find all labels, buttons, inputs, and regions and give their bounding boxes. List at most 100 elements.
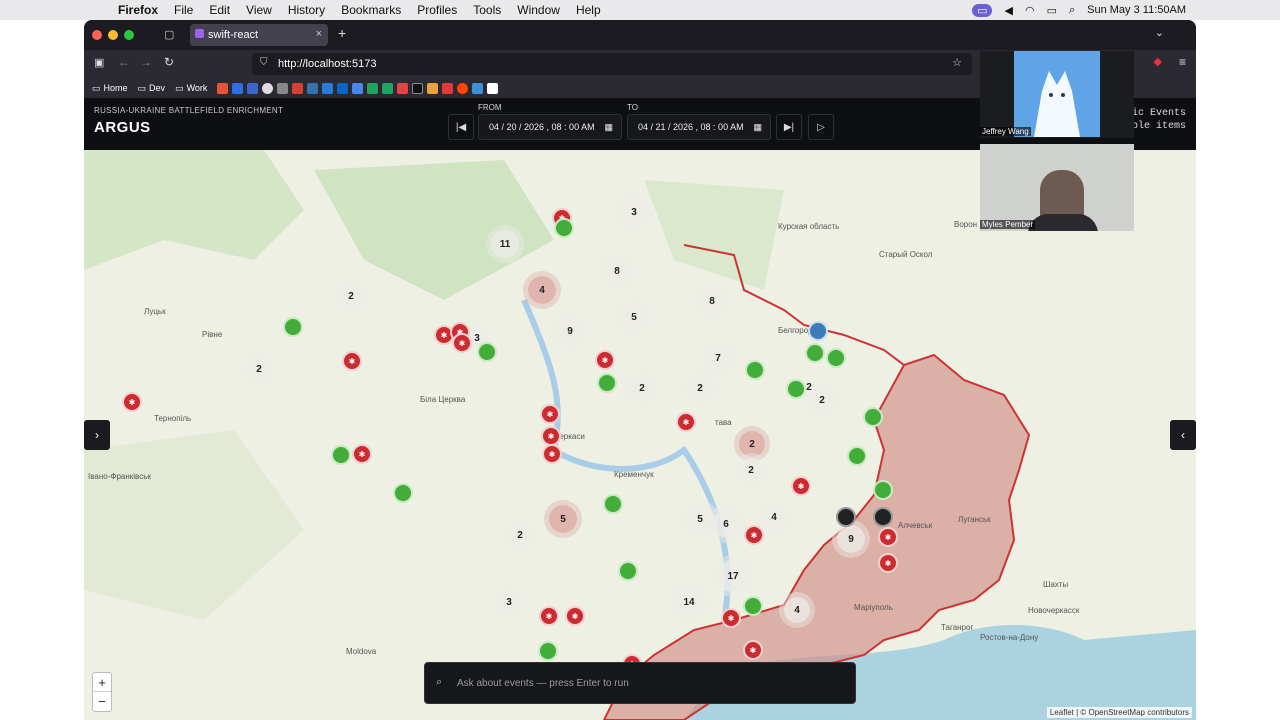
bookmark-home[interactable]: ▭ Home (92, 83, 128, 94)
event-marker-green[interactable] (618, 561, 638, 581)
menu-history[interactable]: History (288, 3, 325, 17)
close-window-button[interactable] (92, 30, 102, 40)
drone-event-marker[interactable] (808, 321, 828, 341)
attack-event-marker[interactable]: ✱ (878, 553, 898, 573)
event-cluster[interactable]: 14 (673, 586, 705, 618)
attack-event-marker[interactable]: ✱ (565, 606, 585, 626)
zoom-in-button[interactable]: + (93, 673, 111, 692)
bookmark-icon[interactable] (397, 82, 409, 94)
event-marker-green[interactable] (477, 342, 497, 362)
attack-event-marker[interactable]: ✱ (595, 350, 615, 370)
event-cluster[interactable]: 8 (603, 257, 631, 285)
bookmark-icon[interactable] (322, 82, 334, 94)
bookmark-icon[interactable] (217, 82, 229, 94)
event-cluster[interactable]: 7 (704, 344, 732, 372)
event-cluster[interactable]: 2 (809, 387, 835, 413)
attack-event-marker[interactable]: ✱ (342, 351, 362, 371)
attack-event-marker[interactable]: ✱ (743, 640, 763, 660)
event-marker-green[interactable] (873, 480, 893, 500)
menu-window[interactable]: Window (517, 3, 560, 17)
forward-arrow-icon[interactable]: → (140, 55, 152, 69)
event-cluster[interactable]: 2 (687, 375, 713, 401)
event-marker-green[interactable] (538, 641, 558, 661)
maximize-window-button[interactable] (124, 30, 134, 40)
menubar-datetime[interactable]: Sun May 3 11:50AM (1087, 4, 1186, 16)
event-cluster[interactable]: 5 (686, 505, 714, 533)
video-tile-participant-1[interactable]: Jeffrey Wang (980, 51, 1134, 138)
right-panel-toggle-button[interactable]: ‹ (1170, 420, 1196, 450)
event-marker-green[interactable] (597, 373, 617, 393)
back-icon[interactable]: ◀ (1004, 4, 1012, 17)
menu-tools[interactable]: Tools (473, 3, 501, 17)
attack-event-marker[interactable]: ✱ (539, 606, 559, 626)
from-datetime-input[interactable]: 04 / 20 / 2026 , 08 : 00 AM ▦ (478, 114, 622, 140)
event-marker-green[interactable] (283, 317, 303, 337)
event-cluster[interactable]: 2 (739, 458, 763, 482)
attack-event-marker[interactable]: ✱ (878, 527, 898, 547)
attack-event-marker[interactable]: ✱ (676, 412, 696, 432)
event-marker-green[interactable] (331, 445, 351, 465)
sidebar-icon[interactable]: ▢ (164, 28, 174, 41)
shield-icon[interactable]: ⛉ (260, 57, 268, 68)
event-marker-green[interactable] (743, 596, 763, 616)
event-cluster[interactable]: 2 (247, 357, 271, 381)
menu-bookmarks[interactable]: Bookmarks (341, 3, 401, 17)
gmail-icon[interactable] (292, 82, 304, 94)
map-attribution[interactable]: Leaflet | © OpenStreetMap contributors (1046, 707, 1192, 718)
menu-view[interactable]: View (246, 3, 272, 17)
bookmark-icon[interactable] (247, 82, 259, 94)
hamburger-menu-icon[interactable]: ≡ (1179, 55, 1186, 69)
attack-event-marker[interactable]: ✱ (540, 404, 560, 424)
event-cluster[interactable]: 4 (784, 597, 810, 623)
attack-event-marker[interactable]: ✱ (352, 444, 372, 464)
attack-event-marker[interactable]: ✱ (744, 525, 764, 545)
left-panel-toggle-button[interactable]: › (84, 420, 110, 450)
event-marker-dark[interactable] (836, 507, 856, 527)
sheets-icon[interactable] (367, 82, 379, 94)
screen-share-icon[interactable]: ▭ (972, 3, 993, 17)
extension-icon[interactable]: ◆ (1154, 55, 1162, 68)
event-cluster[interactable]: 2 (629, 375, 655, 401)
event-marker-green[interactable] (554, 218, 574, 238)
event-marker-green[interactable] (745, 360, 765, 380)
close-tab-icon[interactable]: × (316, 28, 322, 40)
skip-back-button[interactable]: |◀ (448, 114, 474, 140)
event-cluster[interactable]: 3 (498, 591, 520, 613)
event-marker-green[interactable] (847, 446, 867, 466)
bookmark-work[interactable]: ▭ Work (175, 83, 207, 94)
to-datetime-input[interactable]: 04 / 21 / 2026 , 08 : 00 AM ▦ (627, 114, 771, 140)
linkedin-icon[interactable] (337, 82, 349, 94)
event-marker-dark[interactable] (873, 507, 893, 527)
event-cluster[interactable]: 3 (620, 198, 648, 226)
event-marker-green[interactable] (393, 483, 413, 503)
minimize-window-button[interactable] (108, 30, 118, 40)
reload-icon[interactable]: ↻ (164, 55, 174, 69)
event-cluster[interactable]: 11 (491, 230, 519, 258)
event-cluster[interactable]: 4 (761, 504, 787, 530)
menu-help[interactable]: Help (576, 3, 601, 17)
drive-icon[interactable] (382, 82, 394, 94)
search-icon[interactable]: ⌕ (1069, 4, 1075, 17)
event-cluster[interactable]: 2 (508, 523, 532, 547)
attack-event-marker[interactable]: ✱ (791, 476, 811, 496)
docs-icon[interactable] (352, 82, 364, 94)
zoom-out-button[interactable]: − (93, 692, 111, 711)
event-cluster[interactable]: 4 (528, 276, 556, 304)
menu-app-firefox[interactable]: Firefox (118, 3, 158, 17)
event-marker-green[interactable] (603, 494, 623, 514)
globe-icon[interactable] (262, 82, 274, 94)
tab-swift-react[interactable]: swift-react × (190, 24, 328, 46)
bookmark-icon[interactable] (472, 82, 484, 94)
attack-event-marker[interactable]: ✱ (452, 333, 472, 353)
bookmark-dev[interactable]: ▭ Dev (138, 83, 166, 94)
sidebar-toggle-icon[interactable]: ▣ (94, 56, 104, 69)
new-tab-button[interactable]: + (338, 25, 346, 41)
bookmark-icon[interactable] (277, 82, 289, 94)
event-cluster[interactable]: 5 (620, 303, 648, 331)
tab-list-icon[interactable]: ⌄ (1155, 26, 1164, 39)
amazon-icon[interactable] (487, 82, 499, 94)
menu-profiles[interactable]: Profiles (417, 3, 457, 17)
wifi-icon[interactable]: ◠ (1025, 4, 1035, 17)
battery-icon[interactable]: ▭ (1047, 4, 1057, 17)
bookmark-icon[interactable] (307, 82, 319, 94)
